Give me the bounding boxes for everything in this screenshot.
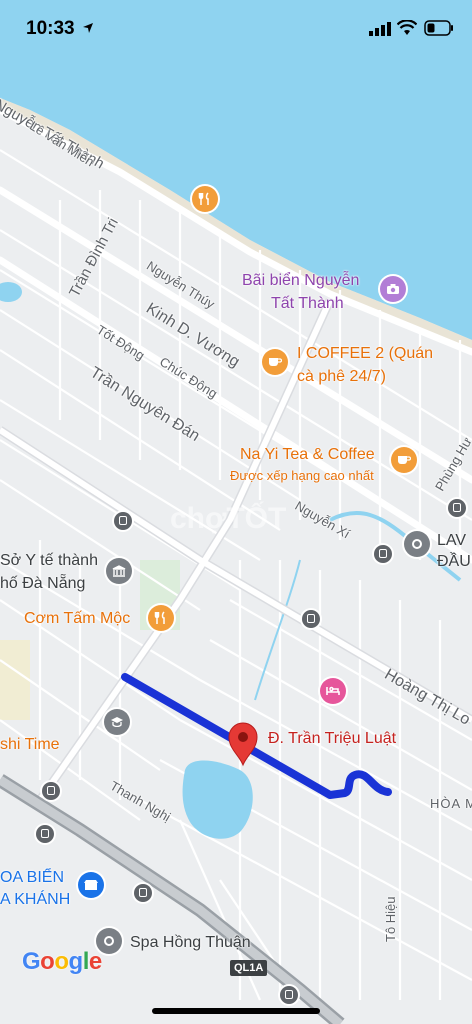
bus-stop-icon[interactable] [280, 986, 298, 1004]
svg-text:chợTỐT: chợTỐT [170, 501, 286, 535]
bus-stop-icon[interactable] [114, 512, 132, 530]
bus-stop-icon[interactable] [36, 825, 54, 843]
school-icon[interactable] [104, 709, 130, 735]
coffee-cup-icon[interactable] [262, 349, 288, 375]
poi-label-nayi-rating: Được xếp hạng cao nhất [230, 468, 374, 483]
hotel-icon[interactable] [320, 678, 346, 704]
poi-label-lav-2[interactable]: ĐẦU [437, 553, 471, 571]
bus-stop-icon[interactable] [448, 499, 466, 517]
restaurant-icon[interactable] [148, 605, 174, 631]
area-label-hoa-m: HÒA M [430, 796, 472, 811]
poi-label-soyte-1[interactable]: Sở Y tế thành [0, 552, 98, 570]
poi-label-spa[interactable]: Spa Hồng Thuận [130, 934, 251, 952]
government-building-icon[interactable] [106, 558, 132, 584]
bus-stop-icon[interactable] [302, 610, 320, 628]
coffee-cup-icon[interactable] [391, 447, 417, 473]
poi-label-hoabien-1[interactable]: OA BIỂN [0, 869, 64, 887]
status-time: 10:33 [26, 18, 75, 39]
poi-label-beach-2[interactable]: Tất Thành [271, 295, 344, 313]
status-bar: 10:33 [0, 0, 472, 56]
poi-label-coffee-2[interactable]: cà phê 24/7) [297, 368, 386, 386]
poi-label-soyte-2[interactable]: hố Đà Nẵng [0, 575, 85, 593]
camera-icon[interactable] [380, 276, 406, 302]
bus-stop-icon[interactable] [134, 884, 152, 902]
poi-label-beach-1[interactable]: Bãi biển Nguyễn [242, 272, 359, 290]
wifi-icon [397, 20, 417, 35]
highway-shield-ql1a: QL1A [230, 960, 268, 976]
home-indicator[interactable] [152, 1008, 320, 1014]
poi-label-coffee-1[interactable]: I COFFEE 2 (Quán [297, 345, 433, 363]
landmark-icon[interactable] [404, 531, 430, 557]
poi-label-lav-1[interactable]: LAV [437, 532, 466, 550]
restaurant-icon[interactable] [192, 186, 218, 212]
google-logo: Google [22, 948, 102, 975]
battery-icon [424, 20, 453, 36]
poi-label-hoabien-2[interactable]: A KHÁNH [0, 891, 70, 909]
poi-label-nayi[interactable]: Na Yi Tea & Coffee [240, 446, 375, 464]
bus-stop-icon[interactable] [42, 782, 60, 800]
street-label-to-hieu: Tô Hiệu [383, 896, 398, 942]
pin-label[interactable]: Đ. Trần Triệu Luật [268, 730, 396, 748]
bus-stop-icon[interactable] [374, 545, 392, 563]
shopping-icon[interactable] [78, 872, 104, 898]
location-arrow-icon [83, 23, 93, 33]
cellular-signal-icon [369, 22, 391, 36]
poi-label-comtam[interactable]: Cơm Tấm Mộc [24, 610, 130, 628]
poi-label-sushi[interactable]: shi Time [0, 736, 60, 754]
